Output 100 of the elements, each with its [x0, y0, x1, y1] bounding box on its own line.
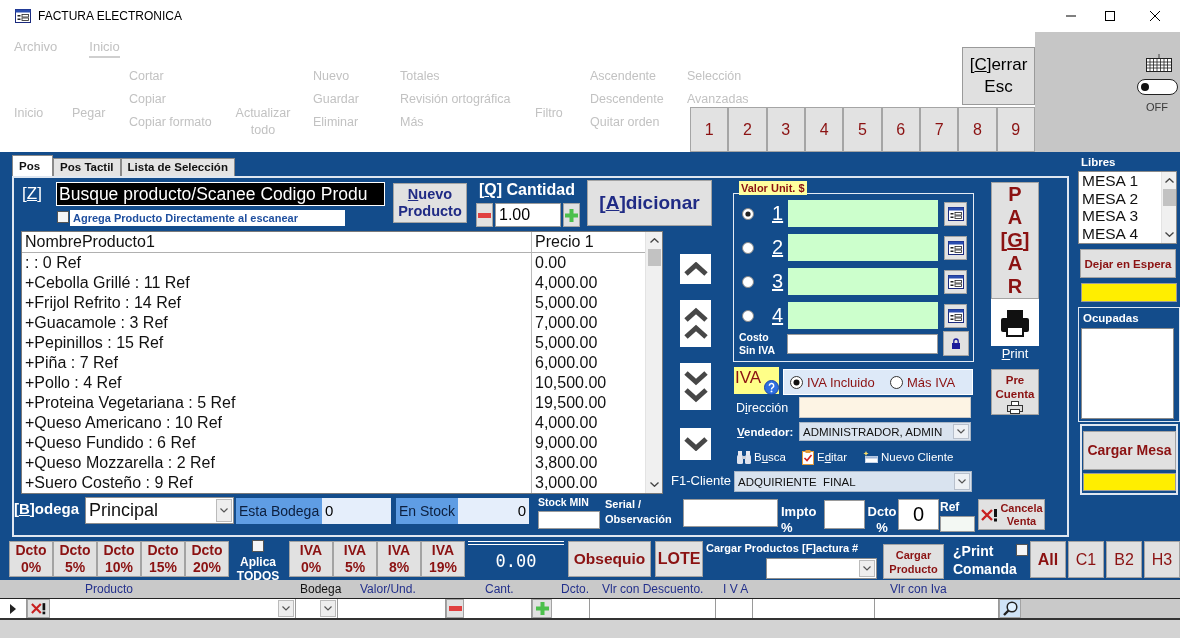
close-icon[interactable] — [1150, 11, 1160, 21]
occupied-tables-list[interactable] — [1081, 328, 1174, 419]
value-with-tax-field[interactable] — [875, 599, 999, 618]
product-name-cell[interactable]: +Suero Costeño : 9 Ref — [22, 473, 532, 493]
value-field[interactable] — [753, 599, 875, 618]
lookup-button[interactable] — [944, 303, 967, 328]
tab[interactable]: Pos Tactil — [53, 158, 121, 176]
discount-button[interactable]: Dcto 10% — [97, 541, 141, 577]
cost-field[interactable] — [787, 333, 938, 354]
lookup-button[interactable] — [944, 269, 967, 294]
keyboard-icon[interactable] — [1146, 54, 1172, 72]
search-button[interactable] — [999, 599, 1021, 618]
gift-button[interactable]: Obsequio — [568, 541, 651, 577]
product-name-cell[interactable]: +Queso Mozzarella : 2 Ref — [22, 453, 532, 473]
product-name-cell[interactable]: +Piña : 7 Ref — [22, 353, 532, 373]
ref-field[interactable] — [940, 516, 975, 532]
discount-button[interactable]: Dcto 0% — [9, 541, 53, 577]
tax-button[interactable]: IVA 0% — [289, 541, 333, 577]
quantity-field[interactable] — [464, 599, 532, 618]
page-down-button[interactable] — [680, 363, 711, 410]
maximize-icon[interactable] — [1105, 11, 1115, 21]
quantity-field[interactable]: 1.00 — [495, 203, 561, 227]
product-name-cell[interactable]: +Pollo : 4 Ref — [22, 373, 532, 393]
discount-button[interactable]: Dcto 15% — [141, 541, 185, 577]
toggle-switch[interactable] — [1137, 79, 1178, 95]
number-button[interactable]: 8 — [958, 107, 997, 152]
checkbox[interactable] — [57, 211, 69, 223]
radio-button[interactable] — [742, 241, 754, 254]
scroll-thumb[interactable] — [647, 249, 661, 266]
tax-field[interactable] — [716, 599, 753, 618]
number-button[interactable]: 3 — [766, 107, 805, 152]
discount-button[interactable]: Dcto 5% — [53, 541, 97, 577]
tax-percent-field[interactable] — [824, 500, 865, 529]
price-field[interactable] — [788, 234, 938, 261]
help-icon[interactable] — [764, 380, 779, 395]
address-field[interactable] — [799, 397, 971, 418]
tab[interactable]: Pos — [12, 155, 54, 176]
new-product-button[interactable]: Nuevo Producto — [393, 183, 467, 223]
price-field[interactable] — [788, 302, 938, 329]
serial-field[interactable] — [683, 499, 778, 527]
number-button[interactable]: 6 — [881, 107, 920, 152]
checkbox[interactable] — [1016, 544, 1028, 556]
scroll-thumb[interactable] — [1162, 189, 1176, 206]
print-button[interactable]: Print — [991, 299, 1039, 361]
decrease-button[interactable] — [476, 203, 493, 227]
stock-min-field[interactable] — [538, 511, 600, 529]
table-item[interactable]: MESA 3 — [1082, 207, 1138, 225]
lookup-button[interactable] — [944, 201, 967, 226]
table-item[interactable]: MESA 2 — [1082, 189, 1138, 207]
radio-button[interactable] — [790, 375, 803, 389]
tax-button[interactable]: IVA 8% — [377, 541, 421, 577]
filter-button[interactable]: All — [1030, 541, 1066, 578]
search-link[interactable]: Busca — [737, 450, 786, 464]
table-item[interactable]: MESA 1 — [1082, 172, 1138, 190]
edit-link[interactable]: Editar — [802, 449, 848, 465]
price-field[interactable] — [788, 268, 938, 295]
caret-icon[interactable] — [954, 473, 970, 490]
add-button[interactable]: [A]dicionar — [587, 180, 712, 226]
filter-button[interactable]: C1 — [1068, 541, 1104, 578]
close-button[interactable]: [C]errar Esc — [962, 47, 1035, 105]
discount-field[interactable] — [552, 599, 590, 618]
increase-button[interactable] — [532, 599, 552, 618]
radio-button[interactable] — [890, 375, 903, 389]
price-field[interactable] — [788, 200, 938, 227]
number-button[interactable]: 2 — [728, 107, 767, 152]
new-client-link[interactable]: Nuevo Cliente — [863, 451, 954, 463]
checkbox[interactable] — [252, 540, 264, 552]
number-button[interactable]: 5 — [843, 107, 882, 152]
pre-account-button[interactable]: Pre Cuenta — [991, 369, 1039, 415]
invoice-combo[interactable] — [766, 558, 877, 579]
load-product-button[interactable]: Cargar Producto — [883, 544, 944, 579]
delete-row-button[interactable] — [27, 599, 50, 618]
seller-combo[interactable]: ADMINISTRADOR, ADMIN — [799, 422, 971, 441]
unit-price-field[interactable] — [338, 599, 446, 618]
scrollbar[interactable] — [1161, 172, 1176, 243]
radio-button[interactable] — [742, 275, 754, 288]
product-name-cell[interactable]: +Guacamole : 3 Ref — [22, 313, 532, 333]
scrollbar[interactable] — [645, 232, 662, 493]
product-name-cell[interactable]: +Frijol Refrito : 14 Ref — [22, 293, 532, 313]
caret-icon[interactable] — [320, 600, 336, 617]
table-item[interactable]: MESA 4 — [1082, 224, 1138, 242]
cancel-sale-button[interactable]: Cancela Venta — [978, 499, 1045, 530]
product-name-cell[interactable]: : : 0 Ref — [22, 253, 532, 273]
number-button[interactable]: 9 — [996, 107, 1035, 152]
hold-button[interactable]: Dejar en Espera — [1080, 249, 1176, 278]
discount-button[interactable]: Dcto 20% — [185, 541, 229, 577]
load-table-button[interactable]: Cargar Mesa — [1083, 431, 1176, 470]
product-name-cell[interactable]: +Cebolla Grillé : 11 Ref — [22, 273, 532, 293]
pay-button[interactable]: P A [G] A R — [991, 182, 1039, 299]
radio-button[interactable] — [742, 207, 754, 220]
filter-button[interactable]: B2 — [1106, 541, 1142, 578]
tab[interactable]: Lista de Selección — [120, 158, 235, 176]
move-up-button[interactable] — [680, 254, 711, 284]
caret-icon[interactable] — [859, 560, 875, 577]
discount-percent-field[interactable]: 0 — [898, 499, 939, 530]
caret-icon[interactable] — [953, 424, 969, 439]
number-button[interactable]: 1 — [690, 107, 729, 152]
product-name-cell[interactable]: +Pepinillos : 15 Ref — [22, 333, 532, 353]
discounted-value-field[interactable] — [590, 599, 716, 618]
move-down-button[interactable] — [680, 428, 711, 460]
